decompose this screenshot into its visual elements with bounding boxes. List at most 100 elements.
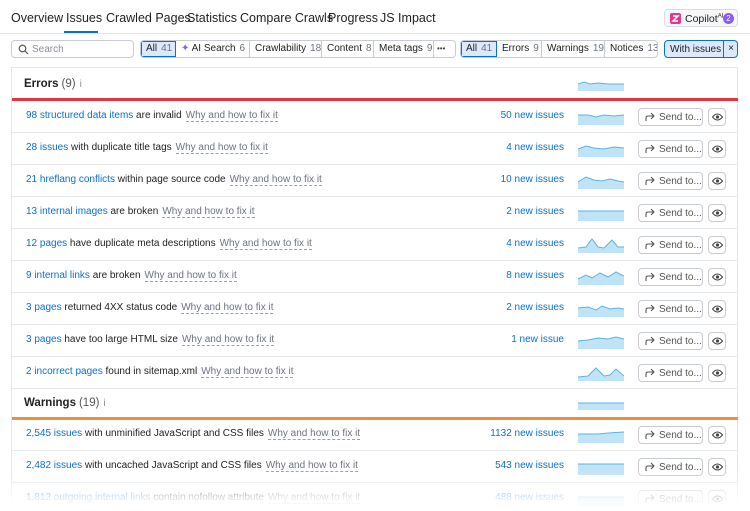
issue-row[interactable]: 2 incorrect pages found in sitemap.xml Wh… bbox=[12, 357, 738, 389]
preview-button[interactable] bbox=[708, 426, 726, 444]
send-to-button[interactable]: Send to... bbox=[638, 236, 703, 254]
filter-type-warnings[interactable]: Warnings 19 bbox=[542, 41, 605, 57]
send-to-button[interactable]: Send to... bbox=[638, 458, 703, 476]
send-to-button[interactable]: Send to... bbox=[638, 490, 703, 508]
tab-js-impact[interactable]: JS Impact bbox=[380, 11, 436, 25]
issue-link[interactable]: 1,812 outgoing internal links bbox=[26, 492, 151, 503]
new-issues-link[interactable]: 488 new issues bbox=[495, 492, 564, 503]
preview-button[interactable] bbox=[708, 140, 726, 158]
tab-issues[interactable]: Issues bbox=[66, 11, 102, 25]
preview-button[interactable] bbox=[708, 332, 726, 350]
search-icon bbox=[18, 44, 29, 55]
issue-link[interactable]: 28 issues bbox=[26, 142, 68, 153]
why-how-link[interactable]: Why and how to fix it bbox=[201, 366, 294, 378]
new-issues-link[interactable]: 1132 new issues bbox=[490, 428, 564, 439]
why-how-link[interactable]: Why and how to fix it bbox=[267, 428, 361, 440]
filter-category-content[interactable]: Content 8 bbox=[322, 41, 374, 57]
issue-link[interactable]: 2 incorrect pages bbox=[26, 366, 103, 377]
issue-row[interactable]: 1,812 outgoing internal links contain no… bbox=[12, 483, 738, 511]
why-how-link[interactable]: Why and how to fix it bbox=[181, 334, 275, 346]
more-filters-button[interactable]: ••• bbox=[434, 41, 455, 57]
issue-row[interactable]: 9 internal links are broken Why and how t… bbox=[12, 261, 738, 293]
issue-link[interactable]: 21 hreflang conflicts bbox=[26, 174, 115, 185]
preview-button[interactable] bbox=[708, 268, 726, 286]
why-how-link[interactable]: Why and how to fix it bbox=[162, 206, 255, 218]
info-icon[interactable]: i bbox=[80, 79, 82, 90]
filter-type-notices[interactable]: Notices 13 bbox=[605, 41, 657, 57]
issue-link[interactable]: 9 internal links bbox=[26, 270, 90, 281]
issue-row[interactable]: 2,545 issues with unminified JavaScript … bbox=[12, 419, 738, 451]
issue-link[interactable]: 3 pages bbox=[26, 302, 62, 313]
tab-statistics[interactable]: Statistics bbox=[187, 11, 237, 25]
warnings-section-header[interactable]: Warnings (19) i bbox=[12, 386, 738, 420]
tab-progress[interactable]: Progress bbox=[328, 11, 378, 25]
send-to-button[interactable]: Send to... bbox=[638, 108, 703, 126]
new-issues-link[interactable]: 2 new issues bbox=[506, 206, 564, 217]
new-issues-link[interactable]: 8 new issues bbox=[506, 270, 564, 281]
why-how-link[interactable]: Why and how to fix it bbox=[185, 110, 278, 122]
filter-category-ai-search[interactable]: ✦ AI Search 6 bbox=[176, 41, 250, 57]
filter-category-all[interactable]: All 41 bbox=[141, 41, 176, 57]
new-issues-link[interactable]: 4 new issues bbox=[506, 142, 564, 153]
search-input[interactable] bbox=[32, 42, 130, 56]
preview-button[interactable] bbox=[708, 490, 726, 508]
why-how-link[interactable]: Why and how to fix it bbox=[219, 238, 312, 250]
active-tab-indicator bbox=[64, 31, 98, 33]
send-to-button[interactable]: Send to... bbox=[638, 172, 703, 190]
issue-row[interactable]: 21 hreflang conflicts within page source… bbox=[12, 165, 738, 197]
new-issues-link[interactable]: 50 new issues bbox=[501, 110, 564, 121]
send-to-button[interactable]: Send to... bbox=[638, 332, 703, 350]
new-issues-link[interactable]: 543 new issues bbox=[495, 460, 564, 471]
why-how-link[interactable]: Why and how to fix it bbox=[181, 302, 274, 314]
issue-link[interactable]: 98 structured data items bbox=[26, 110, 133, 121]
issue-link[interactable]: 2,482 issues bbox=[26, 460, 82, 471]
issue-row[interactable]: 12 pages have duplicate meta description… bbox=[12, 229, 738, 261]
close-icon[interactable]: × bbox=[723, 41, 738, 57]
trend-sparkline bbox=[578, 114, 624, 125]
preview-button[interactable] bbox=[708, 236, 726, 254]
preview-button[interactable] bbox=[708, 204, 726, 222]
tab-compare-crawls[interactable]: Compare Crawls bbox=[240, 11, 333, 25]
send-to-button[interactable]: Send to... bbox=[638, 140, 703, 158]
tab-crawled-pages[interactable]: Crawled Pages bbox=[106, 11, 191, 25]
why-how-link[interactable]: Why and how to fix it bbox=[144, 270, 237, 282]
copilot-button[interactable]: CopilotAI 2 bbox=[664, 9, 738, 27]
preview-button[interactable] bbox=[708, 108, 726, 126]
send-to-button[interactable]: Send to... bbox=[638, 364, 703, 382]
preview-button[interactable] bbox=[708, 172, 726, 190]
new-issues-link[interactable]: 2 new issues bbox=[506, 302, 564, 313]
issue-row[interactable]: 28 issues with duplicate title tags Why a… bbox=[12, 133, 738, 165]
why-how-link[interactable]: Why and how to fix it bbox=[265, 460, 358, 472]
send-to-button[interactable]: Send to... bbox=[638, 268, 703, 286]
issue-row[interactable]: 3 pages returned 4XX status code Why and … bbox=[12, 293, 738, 325]
errors-section-header[interactable]: Errors (9) i bbox=[12, 67, 738, 101]
tab-overview[interactable]: Overview bbox=[11, 11, 63, 25]
issue-row[interactable]: 3 pages have too large HTML size Why and … bbox=[12, 325, 738, 357]
new-issues-link[interactable]: 4 new issues bbox=[506, 238, 564, 249]
issue-row[interactable]: 13 internal images are broken Why and how… bbox=[12, 197, 738, 229]
new-issues-link[interactable]: 1 new issue bbox=[511, 334, 564, 345]
filter-category-crawlability[interactable]: Crawlability 18 bbox=[250, 41, 322, 57]
send-to-button[interactable]: Send to... bbox=[638, 204, 703, 222]
issue-row[interactable]: 98 structured data items are invalid Why … bbox=[12, 101, 738, 133]
send-to-button[interactable]: Send to... bbox=[638, 426, 703, 444]
filter-category-meta-tags[interactable]: Meta tags 9 bbox=[374, 41, 434, 57]
why-how-link[interactable]: Why and how to fix it bbox=[229, 174, 322, 186]
send-to-button[interactable]: Send to... bbox=[638, 300, 703, 318]
preview-button[interactable] bbox=[708, 458, 726, 476]
filter-type-all[interactable]: All 41 bbox=[461, 41, 497, 57]
filter-type-errors[interactable]: Errors 9 bbox=[497, 41, 542, 57]
issue-link[interactable]: 2,545 issues bbox=[26, 428, 82, 439]
with-issues-filter[interactable]: With issues × bbox=[664, 40, 738, 58]
why-how-link[interactable]: Why and how to fix it bbox=[267, 492, 361, 504]
issue-row[interactable]: 2,482 issues with uncached JavaScript an… bbox=[12, 451, 738, 483]
why-how-link[interactable]: Why and how to fix it bbox=[175, 142, 268, 154]
trend-sparkline bbox=[578, 145, 624, 157]
issue-link[interactable]: 12 pages bbox=[26, 238, 67, 249]
issue-link[interactable]: 3 pages bbox=[26, 334, 62, 345]
issue-link[interactable]: 13 internal images bbox=[26, 206, 108, 217]
new-issues-link[interactable]: 10 new issues bbox=[501, 174, 564, 185]
preview-button[interactable] bbox=[708, 300, 726, 318]
info-icon[interactable]: i bbox=[103, 398, 105, 409]
preview-button[interactable] bbox=[708, 364, 726, 382]
